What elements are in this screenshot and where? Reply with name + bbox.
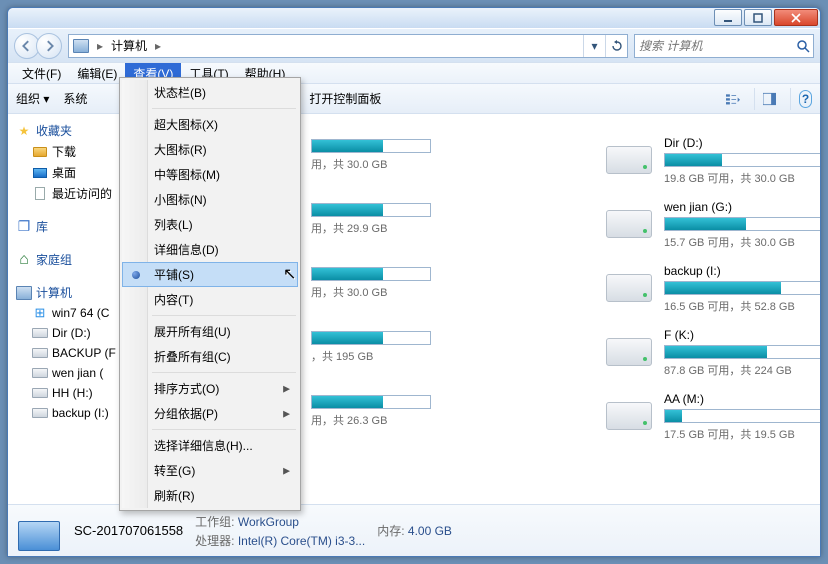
chevron-right-icon: ▶: [283, 408, 290, 419]
menu-status-bar[interactable]: 状态栏(B): [122, 80, 298, 105]
drive-title: wen jian (G:): [664, 200, 820, 214]
drive-tile[interactable]: backup (I:) 16.5 GB 可用，共 52.8 GB: [606, 264, 820, 324]
menu-content[interactable]: 内容(T): [122, 287, 298, 312]
drive-title: backup (I:): [664, 264, 820, 278]
drive-subtitle: 19.8 GB 可用，共 30.0 GB: [664, 170, 820, 186]
drive-icon: [606, 392, 654, 432]
menu-sort-by[interactable]: 排序方式(O)▶: [122, 376, 298, 401]
address-dropdown-button[interactable]: ▾: [583, 35, 605, 57]
chevron-right-icon[interactable]: ▸: [93, 39, 107, 53]
drive-subtitle: 16.5 GB 可用，共 52.8 GB: [664, 298, 820, 314]
search-icon[interactable]: [796, 39, 810, 53]
menu-choose-details[interactable]: 选择详细信息(H)...: [122, 433, 298, 458]
menu-go-to[interactable]: 转至(G)▶: [122, 458, 298, 483]
toolbar-organize[interactable]: 组织 ▾: [16, 90, 49, 107]
search-box[interactable]: [634, 34, 814, 58]
drive-tile[interactable]: AA (M:) 17.5 GB 可用，共 19.5 GB: [606, 392, 820, 452]
drive-icon: [32, 345, 48, 361]
drive-title: Dir (D:): [664, 136, 820, 150]
titlebar: [8, 8, 820, 28]
desktop-icon: [32, 165, 48, 181]
menu-expand-all[interactable]: 展开所有组(U): [122, 319, 298, 344]
menu-edit[interactable]: 编辑(E): [69, 63, 125, 83]
computer-icon: [73, 38, 89, 54]
drive-icon: [32, 405, 48, 421]
details-bar: SC-201707061558 工作组: WorkGroup 处理器: Inte…: [8, 504, 820, 556]
drive-title: F (K:): [664, 328, 820, 342]
drive-subtitle: 87.8 GB 可用，共 224 GB: [664, 362, 820, 378]
computer-thumb-icon: [18, 511, 62, 551]
drive-tile[interactable]: F (K:) 87.8 GB 可用，共 224 GB: [606, 328, 820, 388]
forward-button[interactable]: [36, 33, 62, 59]
chevron-right-icon[interactable]: ▸: [151, 39, 165, 53]
recent-icon: [32, 186, 48, 202]
menu-tiles[interactable]: 平铺(S): [122, 262, 298, 287]
bullet-icon: [132, 271, 140, 279]
drive-icon: [32, 325, 48, 341]
details-name: SC-201707061558: [74, 523, 183, 538]
library-icon: [16, 219, 32, 235]
drive-icon: [32, 365, 48, 381]
drive-icon: [606, 200, 654, 240]
homegroup-icon: [16, 252, 32, 268]
nav-row: ▸ 计算机 ▸ ▾: [8, 28, 820, 62]
drive-icon: [606, 264, 654, 304]
menu-collapse-all[interactable]: 折叠所有组(C): [122, 344, 298, 369]
chevron-right-icon: ▶: [283, 465, 290, 476]
preview-pane-button[interactable]: [754, 88, 776, 110]
view-options-button[interactable]: [718, 88, 740, 110]
chevron-right-icon: ▶: [283, 383, 290, 394]
toolbar-control-panel[interactable]: 打开控制面板: [309, 90, 381, 107]
menu-list[interactable]: 列表(L): [122, 212, 298, 237]
menu-details[interactable]: 详细信息(D): [122, 237, 298, 262]
menu-group-by[interactable]: 分组依据(P)▶: [122, 401, 298, 426]
toolbar-system-props[interactable]: 系统: [63, 90, 87, 107]
drive-subtitle: 15.7 GB 可用，共 30.0 GB: [664, 234, 820, 250]
cursor-icon: ↖: [283, 264, 296, 284]
help-button[interactable]: ?: [790, 88, 812, 110]
drive-icon: [606, 136, 654, 176]
drive-icon: [606, 328, 654, 368]
minimize-button[interactable]: [714, 9, 742, 26]
breadcrumb[interactable]: 计算机: [107, 35, 151, 57]
drive-icon: [32, 385, 48, 401]
drive-tile[interactable]: Dir (D:) 19.8 GB 可用，共 30.0 GB: [606, 136, 820, 196]
close-button[interactable]: [774, 9, 818, 26]
menu-medium-icons[interactable]: 中等图标(M): [122, 162, 298, 187]
drive-subtitle: 17.5 GB 可用，共 19.5 GB: [664, 426, 820, 442]
drive-title: AA (M:): [664, 392, 820, 406]
computer-icon: [16, 285, 32, 301]
drive-tile[interactable]: wen jian (G:) 15.7 GB 可用，共 30.0 GB: [606, 200, 820, 260]
folder-icon: [32, 144, 48, 160]
menu-file[interactable]: 文件(F): [14, 63, 69, 83]
nav-arrows: [14, 33, 62, 59]
view-menu-dropdown: 状态栏(B) 超大图标(X) 大图标(R) 中等图标(M) 小图标(N) 列表(…: [119, 77, 301, 511]
menu-refresh[interactable]: 刷新(R): [122, 483, 298, 508]
drive-icon: [32, 305, 48, 321]
menu-small-icons[interactable]: 小图标(N): [122, 187, 298, 212]
address-bar[interactable]: ▸ 计算机 ▸ ▾: [68, 34, 628, 58]
refresh-button[interactable]: [605, 35, 627, 57]
search-input[interactable]: [639, 39, 796, 53]
star-icon: ★: [16, 123, 32, 139]
menu-extra-large-icons[interactable]: 超大图标(X): [122, 112, 298, 137]
maximize-button[interactable]: [744, 9, 772, 26]
menu-large-icons[interactable]: 大图标(R): [122, 137, 298, 162]
